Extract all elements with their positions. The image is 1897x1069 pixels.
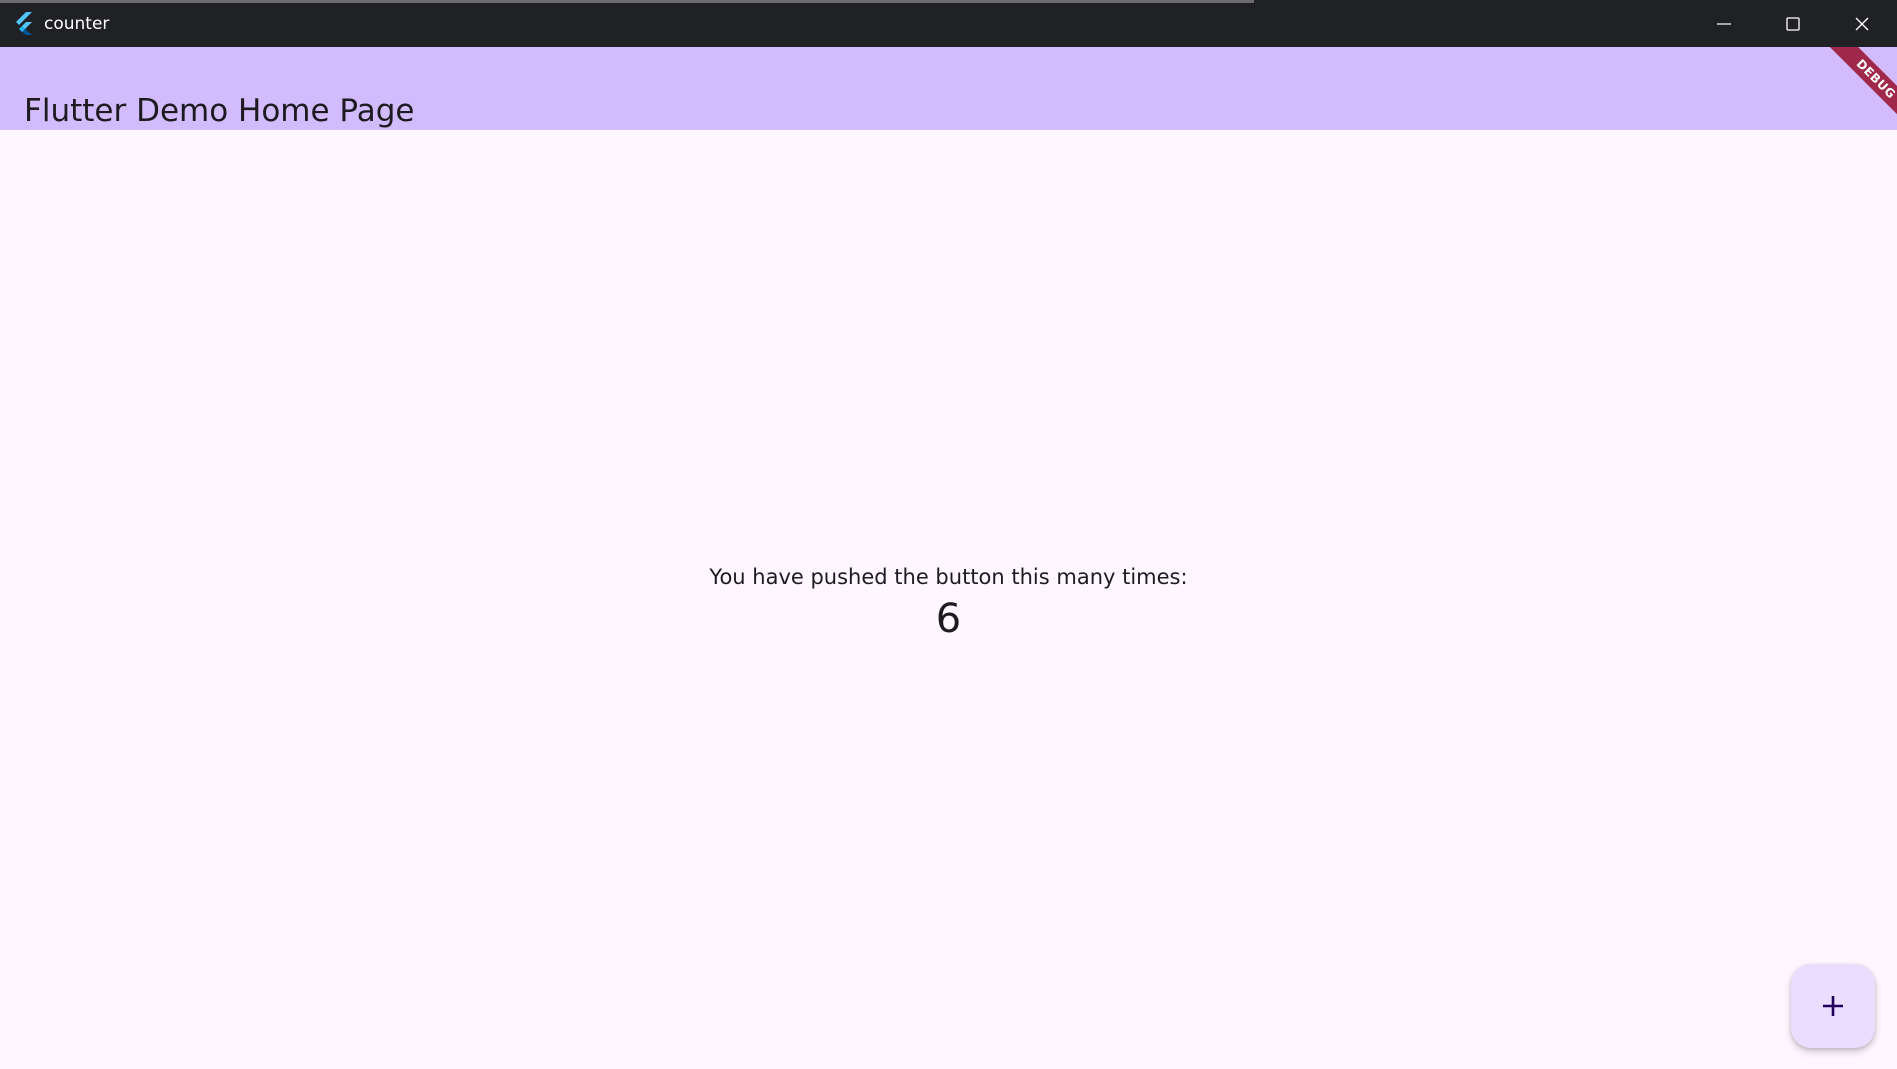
minimize-button[interactable] (1689, 0, 1759, 47)
close-icon (1855, 17, 1869, 30)
page-title: Flutter Demo Home Page (24, 92, 415, 129)
main-content: You have pushed the button this many tim… (0, 130, 1897, 1069)
plus-icon (1823, 996, 1843, 1016)
app-bar: Flutter Demo Home Page (0, 47, 1897, 130)
counter-label: You have pushed the button this many tim… (709, 565, 1188, 589)
window-title: counter (44, 14, 110, 34)
increment-button[interactable] (1791, 964, 1875, 1048)
close-button[interactable] (1827, 0, 1897, 47)
minimize-icon (1717, 22, 1731, 25)
app-window: counter Flutter Demo Home Page DEBUG You… (0, 0, 1897, 1069)
maximize-button[interactable] (1758, 0, 1828, 47)
maximize-icon (1786, 16, 1800, 31)
counter-value: 6 (935, 596, 962, 642)
title-bar-edge (0, 0, 1254, 3)
title-bar[interactable]: counter (0, 0, 1897, 47)
flutter-logo-icon (16, 12, 32, 35)
